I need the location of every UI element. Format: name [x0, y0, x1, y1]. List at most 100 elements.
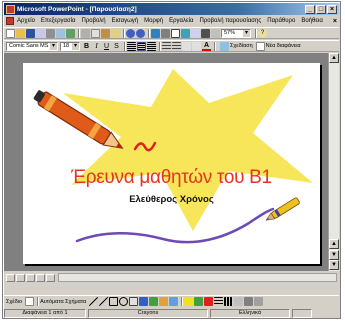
menu-tools[interactable]: Εργαλεία [169, 18, 193, 24]
menu-window[interactable]: Παράθυρο [267, 18, 295, 24]
maximize-button[interactable]: □ [316, 4, 326, 14]
line-color-icon[interactable] [194, 297, 204, 306]
shadow-button[interactable]: S [112, 43, 121, 50]
print-icon[interactable] [46, 28, 55, 38]
purple-squiggle [75, 207, 275, 244]
insert-table-icon[interactable] [171, 28, 180, 38]
hyperlink-icon[interactable] [151, 28, 160, 38]
wordart-icon[interactable] [139, 297, 149, 306]
arrow-style-icon[interactable] [234, 297, 244, 306]
email-icon[interactable] [36, 28, 45, 38]
font-color-button[interactable]: A [202, 42, 211, 51]
copy-icon[interactable] [91, 28, 100, 38]
preview-icon[interactable] [56, 28, 65, 38]
powerpoint-window: Microsoft PowerPoint - [Παρουσίαση2] _ □… [2, 1, 341, 319]
rectangle-icon[interactable] [109, 297, 119, 306]
menu-edit[interactable]: Επεξεργασία [41, 18, 76, 24]
line-style-icon[interactable] [214, 297, 224, 306]
minimize-button[interactable]: _ [305, 4, 315, 14]
3d-icon[interactable] [254, 297, 264, 306]
spelling-icon[interactable] [66, 28, 75, 38]
title-bar: Microsoft PowerPoint - [Παρουσίαση2] _ □… [4, 3, 339, 15]
design-button[interactable]: Σχεδίαση [220, 41, 253, 51]
status-design-name: Crayons [88, 308, 208, 318]
decrease-font-icon[interactable] [192, 41, 201, 51]
draw-menu-button[interactable]: Σχέδιο [6, 299, 22, 305]
new-slide-label: Νέα διαφάνεια [265, 43, 301, 49]
menu-insert[interactable]: Εισαγωγή [112, 18, 139, 24]
paste-icon[interactable] [101, 28, 110, 38]
outline-view-icon[interactable] [16, 273, 25, 282]
prev-slide-button[interactable]: ▲ [329, 239, 339, 249]
slide-sorter-icon[interactable] [36, 273, 45, 282]
align-center-icon[interactable] [137, 41, 146, 51]
numbering-icon[interactable] [162, 41, 171, 51]
formatting-toolbar: Comic Sans MS 18 B I U S A Σχεδίαση Νέα … [4, 40, 339, 52]
italic-button[interactable]: I [92, 42, 101, 50]
slide-title[interactable]: Έρευνα μαθητών του Β1 [23, 167, 320, 189]
next-slide-button[interactable]: ▼ [329, 250, 339, 260]
window-title: Microsoft PowerPoint - [Παρουσίαση2] [17, 5, 137, 13]
cut-icon[interactable] [81, 28, 90, 38]
design-icon [220, 41, 229, 51]
slide-view-icon[interactable] [26, 273, 35, 282]
diagram-icon[interactable] [149, 297, 159, 306]
menu-file[interactable]: Αρχείο [17, 18, 35, 24]
expand-all-icon[interactable] [201, 28, 210, 38]
status-bar: Διαφάνεια 1 από 1 Crayons Ελληνικά [4, 308, 339, 318]
format-painter-icon[interactable] [111, 28, 120, 38]
status-spelling-icon[interactable] [292, 308, 312, 318]
new-slide-icon[interactable] [191, 28, 200, 38]
menu-view[interactable]: Προβολή [82, 18, 106, 24]
font-color-icon[interactable] [204, 297, 214, 306]
picture-icon[interactable] [169, 297, 179, 306]
menu-format[interactable]: Μορφή [144, 18, 163, 24]
bullets-icon[interactable] [172, 41, 181, 51]
autoshapes-button[interactable]: Αυτόματα Σχήματα [40, 299, 86, 305]
vertical-scrollbar[interactable]: ▲ ▲ ▼ ▼ [328, 53, 339, 271]
align-left-icon[interactable] [127, 41, 136, 51]
open-icon[interactable] [16, 28, 25, 38]
powerpoint-icon[interactable] [6, 4, 15, 14]
document-close-button[interactable]: × [333, 18, 337, 25]
dash-style-icon[interactable] [224, 297, 234, 306]
select-objects-icon[interactable] [25, 297, 35, 306]
new-slide-button[interactable]: Νέα διαφάνεια [255, 41, 301, 51]
save-icon[interactable] [26, 28, 35, 38]
insert-chart-icon[interactable] [181, 28, 190, 38]
clipart-icon[interactable] [159, 297, 169, 306]
line-icon[interactable] [89, 297, 99, 306]
menu-bar: Αρχείο Επεξεργασία Προβολή Εισαγωγή Μορφ… [4, 16, 339, 26]
horizontal-scrollbar[interactable] [58, 273, 337, 282]
bold-button[interactable]: B [82, 43, 91, 50]
menu-slideshow[interactable]: Προβολή παρουσίασης [199, 18, 261, 24]
zoom-select[interactable]: 57% [221, 28, 251, 38]
undo-icon[interactable] [126, 28, 135, 38]
redo-icon[interactable] [136, 28, 145, 38]
arrow-icon[interactable] [99, 297, 109, 306]
standard-toolbar: 57% ? [4, 27, 339, 39]
normal-view-icon[interactable] [6, 273, 15, 282]
slide-canvas[interactable]: Έρευνα μαθητών του Β1 Ελεύθερος Χρόνος [23, 63, 320, 264]
underline-button[interactable]: U [102, 43, 111, 50]
fill-color-icon[interactable] [184, 297, 194, 306]
increase-font-icon[interactable] [182, 41, 191, 51]
textbox-icon[interactable] [129, 297, 139, 306]
shadow-icon[interactable] [244, 297, 254, 306]
scroll-up-button[interactable]: ▲ [329, 53, 339, 63]
menu-help[interactable]: Βοήθεια [301, 18, 323, 24]
align-right-icon[interactable] [147, 41, 156, 51]
font-size-select[interactable]: 18 [60, 41, 80, 51]
grayscale-icon[interactable] [211, 28, 220, 38]
slide-subtitle[interactable]: Ελεύθερος Χρόνος [23, 194, 320, 205]
slideshow-view-icon[interactable] [46, 273, 55, 282]
help-icon[interactable]: ? [258, 28, 267, 38]
close-button[interactable]: × [327, 4, 337, 14]
oval-icon[interactable] [119, 297, 129, 306]
font-select[interactable]: Comic Sans MS [6, 41, 58, 51]
new-slide-small-icon [255, 41, 265, 51]
document-icon[interactable] [6, 17, 14, 25]
scroll-down-button[interactable]: ▼ [329, 260, 339, 270]
tables-borders-icon[interactable] [161, 28, 170, 38]
new-icon[interactable] [6, 28, 15, 38]
